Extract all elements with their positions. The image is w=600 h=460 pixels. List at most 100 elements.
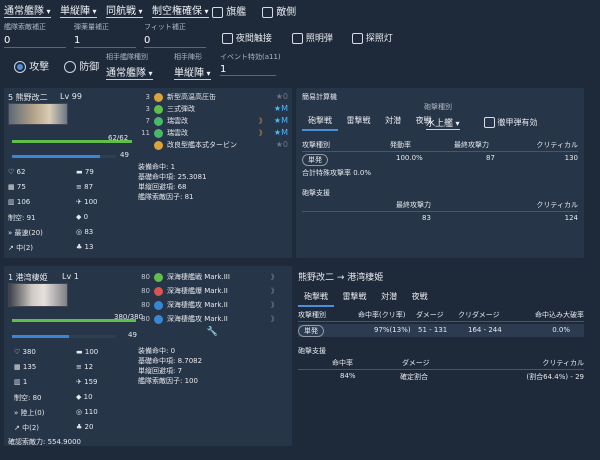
tab-torpedo[interactable]: 雷撃戦 xyxy=(341,112,377,129)
enemy-name: 1 港湾棲姫 xyxy=(8,273,48,282)
stat-aa: ✈ 100 xyxy=(76,198,98,206)
equipment-item[interactable]: 7 瑞雲改 》 ★M xyxy=(138,115,288,127)
speed-icon: » xyxy=(8,229,13,237)
enemy-blue-bar-value: 49 xyxy=(128,331,137,339)
range-icon: ↗ xyxy=(8,244,14,252)
fit-correction-field[interactable]: フィット補正 0 xyxy=(144,22,206,48)
stat-armor: ▦ 75 xyxy=(8,183,26,191)
equipment-item[interactable]: 3 新型高温高圧缶 ★0 xyxy=(138,91,288,103)
stat-aa: ✈ 159 xyxy=(76,378,98,386)
opponent-fleet-type-label: 相手艦隊種別 xyxy=(106,53,148,61)
calc-result-row: 単発 100.0% 87 130 xyxy=(302,154,578,166)
battle-support-title: 砲撃支援 xyxy=(298,347,326,355)
equipment-item[interactable]: 80 深海棲艦爆 Mark.II 》 xyxy=(138,284,288,298)
los-correction-field[interactable]: 艦隊索敵補正 0 xyxy=(4,22,66,48)
stat-range: ↗ 中(2) xyxy=(8,244,34,252)
attack-radio[interactable]: 攻撃 xyxy=(14,58,49,73)
event-bonus[interactable]: イベント特効(a11) 1 xyxy=(220,52,281,76)
stat-torpedo: ≡ 87 xyxy=(76,183,94,191)
aa-icon: ✈ xyxy=(76,378,82,386)
equipment-item[interactable]: 80 深海棲艦攻 Mark.II 》 xyxy=(138,298,288,312)
opponent-fleet-type-select[interactable]: 通常艦隊 xyxy=(106,64,153,80)
opponent-formation-label: 相手陣形 xyxy=(174,53,202,61)
enemy-details: 装備命中: 0 基礎命中項: 8.7082 単縦回避項: 7 艦隊索敵因子: 1… xyxy=(138,346,202,386)
tab-asw[interactable]: 対潜 xyxy=(375,288,403,305)
stat-luck: ♣ 20 xyxy=(76,423,94,431)
evasion-icon: ▥ xyxy=(8,198,15,206)
field-value[interactable]: 0 xyxy=(4,35,66,48)
opponent-formation[interactable]: 相手陣形 単縦陣 xyxy=(174,52,211,80)
equipment-item[interactable]: 11 瑞雲改 》 ★M xyxy=(138,127,288,139)
field-label: フィット補正 xyxy=(144,23,186,31)
flagship-checkbox[interactable]: 旗艦 xyxy=(212,3,246,18)
enemy-blue-bar xyxy=(12,335,116,338)
stat-torpedo: ≡ 12 xyxy=(76,363,94,371)
tab-shelling[interactable]: 砲撃戦 xyxy=(298,288,334,307)
seaplane-icon xyxy=(154,116,163,126)
battle-panel: 熊野改二 → 港湾棲姫 砲撃戦 雷撃戦 対潜 夜戦 攻撃種別 命中率(クリ率) … xyxy=(296,266,588,446)
ap-shell-label: 徹甲弾有効 xyxy=(497,118,538,127)
wrench-icon[interactable]: 🔧 xyxy=(207,327,218,337)
proficiency-icon: 》 xyxy=(271,315,278,323)
attack-type-label: 砲撃種別 xyxy=(424,103,452,111)
evasion-icon: ▥ xyxy=(14,378,21,386)
air-state-select[interactable]: 制空権確保 xyxy=(152,2,209,18)
searchlight-checkbox[interactable]: 探照灯 xyxy=(352,31,393,44)
ship-banner-image[interactable] xyxy=(8,103,68,125)
stat-armor: ▦ 135 xyxy=(14,363,37,371)
night-contact-checkbox[interactable]: 夜間触接 xyxy=(222,31,272,44)
field-value[interactable]: 0 xyxy=(144,35,206,48)
equipment-item[interactable]: 改良型艦本式タービン ★0 xyxy=(138,139,288,151)
calc-header-row: 攻撃種別 発動率 最終攻撃力 クリティカル xyxy=(302,140,578,152)
clover-icon: ♣ xyxy=(76,423,83,431)
enemy-label: 敵側 xyxy=(276,7,297,18)
tab-torpedo[interactable]: 雷撃戦 xyxy=(337,288,373,305)
ship-name: 5 熊野改二 xyxy=(8,93,48,102)
opponent-fleet-type[interactable]: 相手艦隊種別 通常艦隊 xyxy=(106,52,153,80)
checkbox-icon xyxy=(262,6,273,18)
stat-luck: ♣ 13 xyxy=(76,243,94,251)
clover-icon: ♣ xyxy=(76,243,83,251)
detail-line: 基礎命中項: 8.7082 xyxy=(138,357,203,365)
torpedo-bomber-icon xyxy=(154,300,163,310)
tab-asw[interactable]: 対潜 xyxy=(379,112,407,129)
formation-select[interactable]: 単縦陣 xyxy=(60,2,97,18)
enemy-equipment-list: 80 深海棲艦戦 Mark.III 》 80 深海棲艦爆 Mark.II 》 80 深… xyxy=(138,270,288,338)
battle-tabs: 砲撃戦 雷撃戦 対潜 夜戦 xyxy=(298,288,434,307)
enemy-banner-image[interactable] xyxy=(8,283,68,307)
equipment-item[interactable]: 3 三式弾改 ★M xyxy=(138,103,288,115)
ap-shell-checkbox[interactable]: 徹甲弾有効 xyxy=(484,117,538,128)
engagement-select[interactable]: 同航戦 xyxy=(106,2,143,18)
improvement-star: ★M xyxy=(273,116,288,125)
tab-night[interactable]: 夜戦 xyxy=(406,288,434,305)
proficiency-icon: 》 xyxy=(259,129,266,137)
equipment-item[interactable]: 80 深海棲艦戦 Mark.III 》 xyxy=(138,270,288,284)
tab-shelling[interactable]: 砲撃戦 xyxy=(302,112,338,131)
ammo-correction-field[interactable]: 弾薬量補正 1 xyxy=(74,22,136,48)
improvement-star: ★0 xyxy=(275,92,288,101)
detail-line: 艦隊索敵因子: 81 xyxy=(138,193,194,201)
event-bonus-value[interactable]: 1 xyxy=(220,64,276,76)
turbine-icon xyxy=(154,140,163,150)
radio-icon xyxy=(64,61,76,73)
flagship-label: 旗艦 xyxy=(226,7,247,18)
fleet-type-select[interactable]: 通常艦隊 xyxy=(4,2,51,18)
equipment-item[interactable]: 80 深海棲艦攻 Mark.II 》 xyxy=(138,312,288,326)
blue-bar xyxy=(12,155,116,158)
ship-level: Lv 99 xyxy=(60,92,82,101)
field-value[interactable]: 1 xyxy=(74,35,136,48)
eye-icon: ◎ xyxy=(76,228,83,236)
stat-firepower: ▬ 79 xyxy=(76,168,94,176)
asw-icon: ◆ xyxy=(76,393,82,401)
equipment-list: 3 新型高温高圧缶 ★0 3 三式弾改 ★M 7 瑞雲改 》 ★M 11 瑞雲改 》 ★… xyxy=(138,91,288,151)
night-contact-label: 夜間触接 xyxy=(235,34,272,44)
flare-checkbox[interactable]: 照明弾 xyxy=(292,31,333,44)
opponent-formation-select[interactable]: 単縦陣 xyxy=(174,64,211,80)
battle-header-row: 攻撃種別 命中率(クリ率) ダメージ クリダメージ 命中込み大破率 xyxy=(298,310,584,322)
stat-hp: ♡ 380 xyxy=(14,348,36,356)
calculator-panel: 簡易計算機 砲撃種別 砲撃戦 雷撃戦 対潜 夜戦 水上艦 徹甲弾有効 攻撃種別 … xyxy=(296,88,584,258)
defense-radio[interactable]: 防御 xyxy=(64,58,99,73)
enemy-checkbox[interactable]: 敵側 xyxy=(262,3,296,18)
attack-type-select[interactable]: 水上艦 xyxy=(426,116,460,130)
stat-speed: » 最速(20) xyxy=(8,229,43,237)
